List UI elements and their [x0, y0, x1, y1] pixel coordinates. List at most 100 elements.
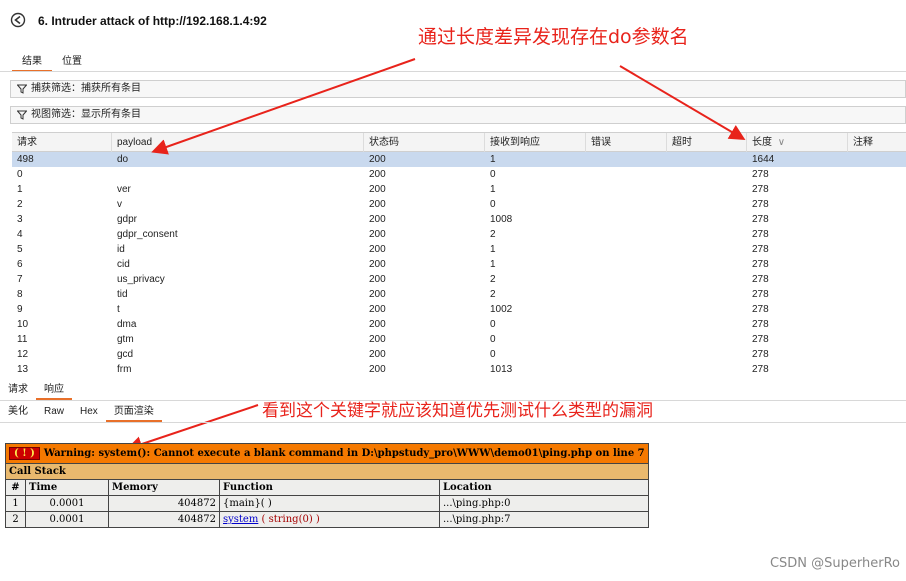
call-stack-function: {main}( )	[219, 495, 440, 512]
cell-status: 200	[369, 259, 386, 270]
view-filter-bar[interactable]: 视图筛选：显示所有条目	[10, 106, 906, 124]
cell-payload: v	[117, 199, 122, 210]
filter-icon	[17, 84, 27, 94]
cell-length: 278	[752, 184, 769, 195]
tab-divider	[0, 422, 906, 423]
cell-request: 10	[17, 319, 29, 330]
table-row[interactable]: 12 gcd 200 0 278	[12, 347, 906, 362]
cell-status: 200	[369, 289, 386, 300]
cell-length: 278	[752, 214, 769, 225]
cell-request: 498	[17, 154, 34, 165]
table-row[interactable]: 5 id 200 1 278	[12, 242, 906, 257]
call-stack-time: 0.0001	[25, 495, 109, 512]
table-row[interactable]: 2 v 200 0 278	[12, 197, 906, 212]
function-doc-link[interactable]: system	[223, 514, 258, 525]
sort-descending-icon: ∨	[777, 137, 786, 148]
table-row[interactable]: 10 dma 200 0 278	[12, 317, 906, 332]
intruder-icon	[10, 12, 26, 28]
cell-length: 278	[752, 244, 769, 255]
cell-request: 1	[17, 184, 23, 195]
cell-payload: dma	[117, 319, 137, 330]
cell-received: 0	[490, 319, 496, 330]
call-stack-row: 2 0.0001 404872 system ( string(0) ) ...…	[5, 511, 649, 528]
call-stack-header-memory: Memory	[108, 479, 220, 496]
table-row[interactable]: 4 gdpr_consent 200 2 278	[12, 227, 906, 242]
table-row[interactable]: 7 us_privacy 200 2 278	[12, 272, 906, 287]
tab-response[interactable]: 响应	[36, 383, 72, 400]
table-row[interactable]: 11 gtm 200 0 278	[12, 332, 906, 347]
view-filter-label: 视图筛选：显示所有条目	[31, 109, 141, 120]
cell-length: 278	[752, 289, 769, 300]
capture-filter-bar[interactable]: 捕获筛选：捕获所有条目	[10, 80, 906, 98]
cell-length: 278	[752, 364, 769, 375]
cell-payload: gdpr	[117, 214, 138, 225]
tab-results[interactable]: 结果	[12, 55, 52, 72]
column-header-received[interactable]: 接收到响应	[485, 133, 586, 152]
table-row[interactable]: 9 t 200 1002 278	[12, 302, 906, 317]
cell-request: 13	[17, 364, 29, 375]
column-header-comment[interactable]: 注释	[848, 133, 906, 152]
cell-length: 278	[752, 169, 769, 180]
table-row[interactable]: 8 tid 200 2 278	[12, 287, 906, 302]
cell-payload: cid	[117, 259, 130, 270]
xdebug-warning-message: Warning: system(): Cannot execute a blan…	[43, 448, 645, 459]
column-header-length[interactable]: 长度 ∨	[747, 133, 848, 152]
call-stack-header-function: Function	[219, 479, 440, 496]
call-stack-header-location: Location	[439, 479, 649, 496]
tab-pretty[interactable]: 美化	[0, 405, 36, 422]
cell-payload: gdpr_consent	[117, 229, 178, 240]
cell-received: 2	[490, 229, 496, 240]
cell-received: 1013	[490, 364, 513, 375]
column-header-timeout[interactable]: 超时	[667, 133, 747, 152]
table-row[interactable]: 6 cid 200 1 278	[12, 257, 906, 272]
cell-length: 278	[752, 334, 769, 345]
cell-payload: id	[117, 244, 125, 255]
call-stack-function: system ( string(0) )	[219, 511, 440, 528]
cell-received: 1	[490, 184, 496, 195]
cell-request: 6	[17, 259, 23, 270]
cell-status: 200	[369, 274, 386, 285]
filter-icon	[17, 110, 27, 120]
cell-status: 200	[369, 199, 386, 210]
cell-payload: gtm	[117, 334, 134, 345]
tab-divider	[0, 71, 906, 72]
cell-request: 3	[17, 214, 23, 225]
cell-status: 200	[369, 334, 386, 345]
cell-length: 278	[752, 349, 769, 360]
call-stack-location: ...\ping.php:7	[439, 511, 649, 528]
table-row[interactable]: 0 200 0 278	[12, 167, 906, 182]
column-header-status[interactable]: 状态码	[364, 133, 485, 152]
tab-raw[interactable]: Raw	[36, 405, 72, 422]
watermark: CSDN @SuperherRo	[769, 556, 900, 571]
arrow-to-length	[619, 65, 746, 141]
call-stack-memory: 404872	[108, 495, 220, 512]
tab-request[interactable]: 请求	[0, 383, 36, 400]
tab-hex[interactable]: Hex	[72, 405, 106, 422]
column-header-payload[interactable]: payload	[112, 133, 364, 152]
cell-received: 2	[490, 289, 496, 300]
column-header-request[interactable]: 请求	[12, 133, 112, 152]
cell-length: 278	[752, 229, 769, 240]
tab-render[interactable]: 页面渲染	[105, 405, 162, 422]
table-row[interactable]: 3 gdpr 200 1008 278	[12, 212, 906, 227]
xdebug-error-table: ( ! ) Warning: system(): Cannot execute a…	[5, 443, 649, 528]
cell-payload: do	[117, 154, 129, 165]
cell-payload: frm	[117, 364, 132, 375]
cell-payload	[112, 167, 117, 182]
tab-positions[interactable]: 位置	[52, 55, 92, 72]
cell-received: 1	[490, 259, 496, 270]
table-row[interactable]: 1 ver 200 1 278	[12, 182, 906, 197]
cell-status: 200	[369, 184, 386, 195]
cell-received: 1002	[490, 304, 513, 315]
cell-received: 0	[490, 349, 496, 360]
cell-status: 200	[369, 364, 386, 375]
cell-status: 200	[369, 304, 386, 315]
call-stack-num: 2	[5, 511, 26, 528]
call-stack-header-num: #	[5, 479, 26, 496]
column-header-error[interactable]: 错误	[586, 133, 667, 152]
cell-payload: ver	[117, 184, 131, 195]
function-args: ( string(0) )	[261, 514, 320, 525]
cell-received: 0	[490, 199, 496, 210]
table-row[interactable]: 498 do 200 1 1644	[12, 152, 906, 167]
table-row[interactable]: 13 frm 200 1013 278	[12, 362, 906, 377]
